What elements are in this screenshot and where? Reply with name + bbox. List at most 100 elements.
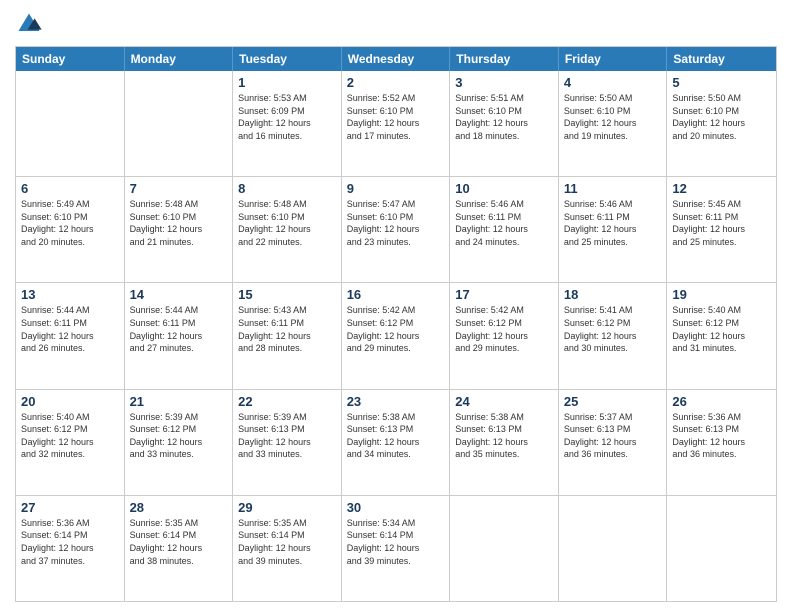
cal-cell — [16, 71, 125, 176]
cell-info: Sunrise: 5:34 AM Sunset: 6:14 PM Dayligh… — [347, 517, 445, 567]
day-header-tuesday: Tuesday — [233, 47, 342, 71]
day-number: 26 — [672, 394, 771, 409]
day-number: 3 — [455, 75, 553, 90]
day-number: 22 — [238, 394, 336, 409]
day-number: 27 — [21, 500, 119, 515]
cell-info: Sunrise: 5:51 AM Sunset: 6:10 PM Dayligh… — [455, 92, 553, 142]
day-number: 19 — [672, 287, 771, 302]
cal-cell: 15Sunrise: 5:43 AM Sunset: 6:11 PM Dayli… — [233, 283, 342, 388]
cell-info: Sunrise: 5:52 AM Sunset: 6:10 PM Dayligh… — [347, 92, 445, 142]
cal-cell: 25 Sunrise: 5:37 AM Sunset: 6:13 PM Dayli… — [559, 390, 668, 495]
cal-cell: 21Sunrise: 5:39 AM Sunset: 6:12 PM Dayli… — [125, 390, 234, 495]
cell-info: Sunrise: 5:50 AM Sunset: 6:10 PM Dayligh… — [672, 92, 771, 142]
day-header-sunday: Sunday — [16, 47, 125, 71]
cell-info: Sunrise: 5:39 AM Sunset: 6:13 PM Dayligh… — [238, 411, 336, 461]
calendar-header: SundayMondayTuesdayWednesdayThursdayFrid… — [16, 47, 776, 71]
week-row-4: 20 Sunrise: 5:40 AM Sunset: 6:12 PM Dayli… — [16, 389, 776, 495]
cal-cell: 20 Sunrise: 5:40 AM Sunset: 6:12 PM Dayli… — [16, 390, 125, 495]
day-number: 4 — [564, 75, 662, 90]
day-header-friday: Friday — [559, 47, 668, 71]
day-number: 13 — [21, 287, 119, 302]
day-number: 11 — [564, 181, 662, 196]
cal-cell: 14Sunrise: 5:44 AM Sunset: 6:11 PM Dayli… — [125, 283, 234, 388]
day-number: 28 — [130, 500, 228, 515]
day-header-saturday: Saturday — [667, 47, 776, 71]
day-number: 9 — [347, 181, 445, 196]
cell-info: Sunrise: 5:49 AM Sunset: 6:10 PM Dayligh… — [21, 198, 119, 248]
header — [15, 10, 777, 38]
cal-cell: 5 Sunrise: 5:50 AM Sunset: 6:10 PM Daylig… — [667, 71, 776, 176]
day-number: 21 — [130, 394, 228, 409]
cell-info: Sunrise: 5:50 AM Sunset: 6:10 PM Dayligh… — [564, 92, 662, 142]
week-row-3: 13 Sunrise: 5:44 AM Sunset: 6:11 PM Dayli… — [16, 282, 776, 388]
cal-cell: 9 Sunrise: 5:47 AM Sunset: 6:10 PM Daylig… — [342, 177, 451, 282]
cal-cell: 27 Sunrise: 5:36 AM Sunset: 6:14 PM Dayli… — [16, 496, 125, 601]
cal-cell: 18 Sunrise: 5:41 AM Sunset: 6:12 PM Dayli… — [559, 283, 668, 388]
cal-cell: 10 Sunrise: 5:46 AM Sunset: 6:11 PM Dayli… — [450, 177, 559, 282]
day-number: 7 — [130, 181, 228, 196]
cal-cell: 3 Sunrise: 5:51 AM Sunset: 6:10 PM Daylig… — [450, 71, 559, 176]
cal-cell: 22 Sunrise: 5:39 AM Sunset: 6:13 PM Dayli… — [233, 390, 342, 495]
cell-info: Sunrise: 5:36 AM Sunset: 6:14 PM Dayligh… — [21, 517, 119, 567]
cal-cell: 11 Sunrise: 5:46 AM Sunset: 6:11 PM Dayli… — [559, 177, 668, 282]
cal-cell: 8 Sunrise: 5:48 AM Sunset: 6:10 PM Daylig… — [233, 177, 342, 282]
cell-info: Sunrise: 5:40 AM Sunset: 6:12 PM Dayligh… — [21, 411, 119, 461]
cell-info: Sunrise: 5:47 AM Sunset: 6:10 PM Dayligh… — [347, 198, 445, 248]
cal-cell — [559, 496, 668, 601]
week-row-1: 1 Sunrise: 5:53 AM Sunset: 6:09 PM Daylig… — [16, 71, 776, 176]
cal-cell: 6Sunrise: 5:49 AM Sunset: 6:10 PM Daylig… — [16, 177, 125, 282]
cal-cell: 19Sunrise: 5:40 AM Sunset: 6:12 PM Dayli… — [667, 283, 776, 388]
calendar-body: 1 Sunrise: 5:53 AM Sunset: 6:09 PM Daylig… — [16, 71, 776, 601]
day-header-monday: Monday — [125, 47, 234, 71]
day-number: 8 — [238, 181, 336, 196]
cell-info: Sunrise: 5:35 AM Sunset: 6:14 PM Dayligh… — [238, 517, 336, 567]
day-number: 2 — [347, 75, 445, 90]
day-number: 30 — [347, 500, 445, 515]
day-number: 16 — [347, 287, 445, 302]
cal-cell: 7Sunrise: 5:48 AM Sunset: 6:10 PM Daylig… — [125, 177, 234, 282]
calendar: SundayMondayTuesdayWednesdayThursdayFrid… — [15, 46, 777, 602]
cal-cell: 30 Sunrise: 5:34 AM Sunset: 6:14 PM Dayli… — [342, 496, 451, 601]
week-row-5: 27 Sunrise: 5:36 AM Sunset: 6:14 PM Dayli… — [16, 495, 776, 601]
cal-cell: 2 Sunrise: 5:52 AM Sunset: 6:10 PM Daylig… — [342, 71, 451, 176]
day-number: 15 — [238, 287, 336, 302]
cell-info: Sunrise: 5:46 AM Sunset: 6:11 PM Dayligh… — [564, 198, 662, 248]
cell-info: Sunrise: 5:38 AM Sunset: 6:13 PM Dayligh… — [455, 411, 553, 461]
day-number: 29 — [238, 500, 336, 515]
cal-cell — [450, 496, 559, 601]
cal-cell: 23 Sunrise: 5:38 AM Sunset: 6:13 PM Dayli… — [342, 390, 451, 495]
cal-cell: 4 Sunrise: 5:50 AM Sunset: 6:10 PM Daylig… — [559, 71, 668, 176]
day-header-wednesday: Wednesday — [342, 47, 451, 71]
cal-cell: 13 Sunrise: 5:44 AM Sunset: 6:11 PM Dayli… — [16, 283, 125, 388]
cell-info: Sunrise: 5:44 AM Sunset: 6:11 PM Dayligh… — [130, 304, 228, 354]
day-number: 23 — [347, 394, 445, 409]
cell-info: Sunrise: 5:38 AM Sunset: 6:13 PM Dayligh… — [347, 411, 445, 461]
cell-info: Sunrise: 5:44 AM Sunset: 6:11 PM Dayligh… — [21, 304, 119, 354]
day-number: 17 — [455, 287, 553, 302]
cal-cell: 24 Sunrise: 5:38 AM Sunset: 6:13 PM Dayli… — [450, 390, 559, 495]
cell-info: Sunrise: 5:53 AM Sunset: 6:09 PM Dayligh… — [238, 92, 336, 142]
cell-info: Sunrise: 5:41 AM Sunset: 6:12 PM Dayligh… — [564, 304, 662, 354]
cell-info: Sunrise: 5:46 AM Sunset: 6:11 PM Dayligh… — [455, 198, 553, 248]
logo-icon — [15, 10, 43, 38]
cell-info: Sunrise: 5:42 AM Sunset: 6:12 PM Dayligh… — [455, 304, 553, 354]
day-number: 5 — [672, 75, 771, 90]
day-number: 20 — [21, 394, 119, 409]
cal-cell: 17 Sunrise: 5:42 AM Sunset: 6:12 PM Dayli… — [450, 283, 559, 388]
day-number: 25 — [564, 394, 662, 409]
cal-cell: 26 Sunrise: 5:36 AM Sunset: 6:13 PM Dayli… — [667, 390, 776, 495]
day-number: 1 — [238, 75, 336, 90]
cell-info: Sunrise: 5:48 AM Sunset: 6:10 PM Dayligh… — [238, 198, 336, 248]
cell-info: Sunrise: 5:42 AM Sunset: 6:12 PM Dayligh… — [347, 304, 445, 354]
day-number: 10 — [455, 181, 553, 196]
day-number: 24 — [455, 394, 553, 409]
cell-info: Sunrise: 5:35 AM Sunset: 6:14 PM Dayligh… — [130, 517, 228, 567]
cell-info: Sunrise: 5:37 AM Sunset: 6:13 PM Dayligh… — [564, 411, 662, 461]
week-row-2: 6Sunrise: 5:49 AM Sunset: 6:10 PM Daylig… — [16, 176, 776, 282]
cal-cell: 1 Sunrise: 5:53 AM Sunset: 6:09 PM Daylig… — [233, 71, 342, 176]
cell-info: Sunrise: 5:36 AM Sunset: 6:13 PM Dayligh… — [672, 411, 771, 461]
cal-cell — [125, 71, 234, 176]
cal-cell: 28 Sunrise: 5:35 AM Sunset: 6:14 PM Dayli… — [125, 496, 234, 601]
day-number: 18 — [564, 287, 662, 302]
cell-info: Sunrise: 5:45 AM Sunset: 6:11 PM Dayligh… — [672, 198, 771, 248]
